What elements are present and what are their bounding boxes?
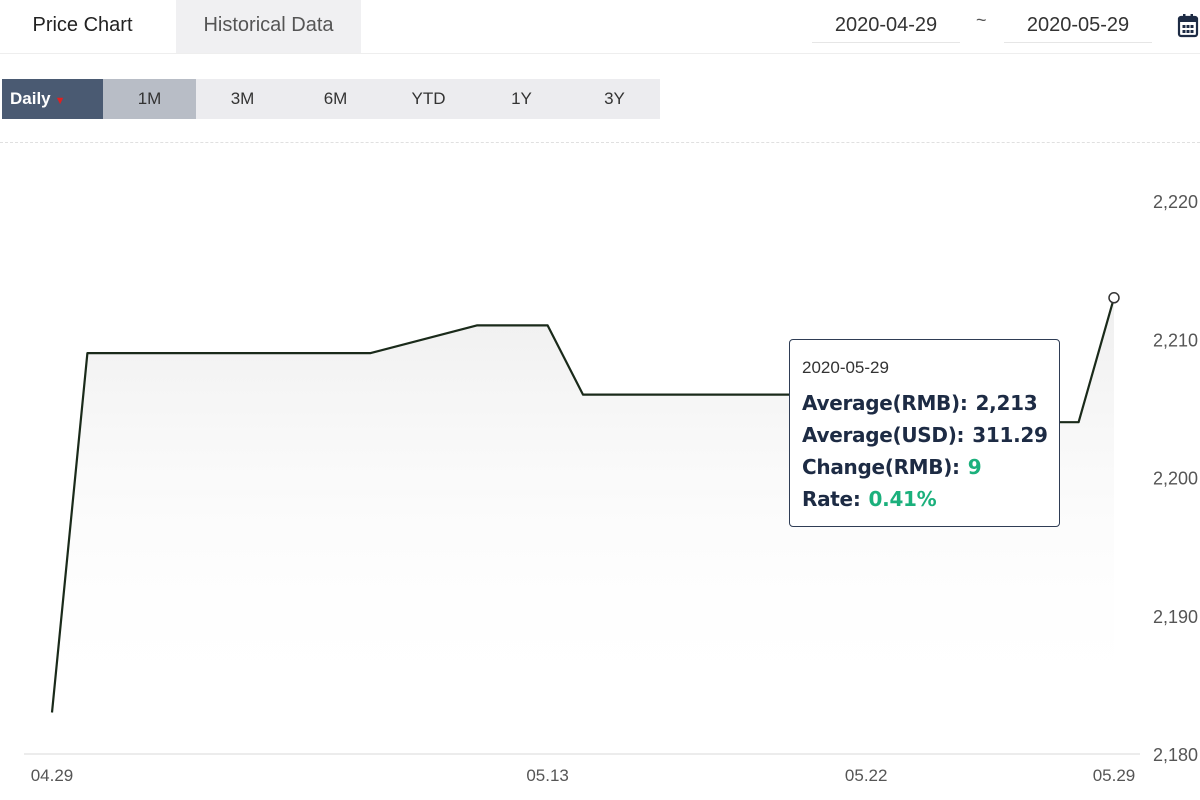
x-tick-label: 05.29 — [1093, 766, 1136, 785]
tooltip-average-rmb-label: Average(RMB): — [802, 391, 968, 415]
tooltip-average-usd-value: 311.29 — [972, 423, 1048, 447]
y-tick-label: 2,180 — [1153, 745, 1198, 765]
data-tooltip: 2020-05-29 Average(RMB): 2,213 Average(US… — [789, 339, 1060, 527]
x-tick-label: 05.22 — [845, 766, 888, 785]
highlighted-point[interactable] — [1108, 292, 1120, 304]
tooltip-rate-label: Rate: — [802, 487, 861, 511]
tooltip-change: Change(RMB): 9 — [802, 451, 1047, 483]
tooltip-rate: Rate: 0.41% — [802, 483, 1047, 515]
tooltip-change-value: 9 — [967, 455, 982, 479]
tooltip-average-usd-label: Average(USD): — [802, 423, 965, 447]
tooltip-average-rmb-value: 2,213 — [975, 391, 1038, 415]
tooltip-change-label: Change(RMB): — [802, 455, 960, 479]
y-tick-label: 2,220 — [1153, 192, 1198, 212]
tooltip-rate-value: 0.41% — [868, 487, 937, 511]
tooltip-average-rmb: Average(RMB): 2,213 — [802, 387, 1047, 419]
y-tick-label: 2,190 — [1153, 607, 1198, 627]
tooltip-date: 2020-05-29 — [802, 358, 889, 377]
x-tick-label: 05.13 — [526, 766, 569, 785]
tooltip-average-usd: Average(USD): 311.29 — [802, 419, 1048, 451]
x-tick-label: 04.29 — [31, 766, 74, 785]
y-tick-label: 2,210 — [1153, 330, 1198, 350]
y-tick-label: 2,200 — [1153, 469, 1198, 489]
